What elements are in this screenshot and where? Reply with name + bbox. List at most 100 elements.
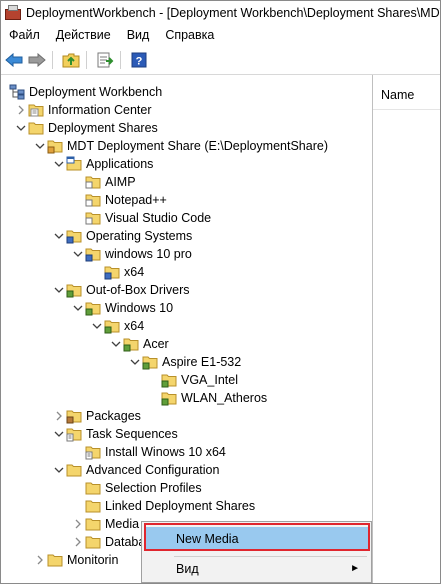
tree-node[interactable]: Install Winows 10 x64 — [71, 443, 226, 461]
deployment-workbench-app-icon — [5, 5, 21, 21]
tree-node-label: Selection Profiles — [105, 481, 202, 495]
toolbar-separator — [52, 51, 53, 69]
menu-view[interactable]: Вид — [119, 25, 158, 46]
context-menu-new-media[interactable]: New Media — [146, 527, 368, 551]
folder-icon — [28, 120, 44, 136]
chevron-right-icon[interactable] — [52, 407, 66, 425]
tree-node-label: Aspire E1-532 — [162, 355, 242, 369]
menu-action[interactable]: Действие — [48, 25, 119, 46]
chevron-down-icon[interactable] — [52, 227, 66, 245]
chevron-right-icon[interactable] — [14, 101, 28, 119]
tree-node-label: Deployment Shares — [48, 121, 158, 135]
task-sequence-icon — [85, 444, 101, 460]
tree-node[interactable]: Operating Systems — [52, 227, 192, 245]
tree-node[interactable]: windows 10 pro — [71, 245, 192, 263]
column-header-name[interactable]: Name — [381, 88, 414, 102]
tree-node[interactable]: Out-of-Box Drivers — [52, 281, 190, 299]
tree-node[interactable]: Deployment Shares — [14, 119, 158, 137]
tree-root-label: Deployment Workbench — [29, 85, 163, 99]
tree-node-label: Packages — [86, 409, 141, 423]
tree-node-label: Windows 10 — [105, 301, 174, 315]
chevron-down-icon[interactable] — [52, 281, 66, 299]
folder-icon — [66, 462, 82, 478]
tree-node[interactable]: Applications — [52, 155, 153, 173]
tree-node[interactable]: MDT Deployment Share (E:\DeploymentShare… — [33, 137, 328, 155]
menu-file[interactable]: Файл — [1, 25, 48, 46]
tree-node[interactable]: Packages — [52, 407, 141, 425]
chevron-down-icon[interactable] — [52, 461, 66, 479]
operating-system-icon — [85, 246, 101, 262]
applications-folder-icon — [66, 156, 82, 172]
export-list-button[interactable] — [95, 50, 115, 70]
details-pane: Name — [373, 75, 440, 583]
tree-node[interactable]: WLAN_Atheros — [147, 389, 267, 407]
driver-folder-icon — [66, 282, 82, 298]
tree-node[interactable]: x64 — [90, 317, 144, 335]
tree-node-label: Visual Studio Code — [105, 211, 212, 225]
driver-folder-icon — [104, 318, 120, 334]
chevron-down-icon[interactable] — [52, 425, 66, 443]
chevron-right-icon[interactable] — [33, 551, 47, 569]
export-list-icon — [97, 52, 114, 68]
tree-node[interactable]: Information Center — [14, 101, 152, 119]
chevron-down-icon[interactable] — [128, 353, 142, 371]
up-folder-icon — [62, 53, 80, 68]
up-one-level-button[interactable] — [61, 50, 81, 70]
chevron-down-icon[interactable] — [14, 119, 28, 137]
folder-icon — [85, 498, 101, 514]
back-arrow-icon — [5, 53, 23, 67]
application-icon — [85, 192, 101, 208]
tree-node[interactable]: Aspire E1-532 — [128, 353, 241, 371]
tree-node[interactable]: Notepad++ — [71, 191, 167, 209]
help-icon: ? — [131, 52, 147, 68]
forward-button[interactable] — [27, 50, 47, 70]
driver-folder-icon — [142, 354, 158, 370]
help-button[interactable]: ? — [129, 50, 149, 70]
tree-node[interactable]: VGA_Intel — [147, 371, 238, 389]
tree-node[interactable]: Monitorin — [33, 551, 118, 569]
tree-node[interactable]: Advanced Configuration — [52, 461, 219, 479]
tree-node[interactable]: Windows 10 — [71, 299, 173, 317]
title-bar: DeploymentWorkbench - [Deployment Workbe… — [1, 1, 440, 25]
chevron-right-icon[interactable] — [71, 533, 85, 551]
chevron-right-icon[interactable] — [71, 515, 85, 533]
column-header-divider — [373, 109, 440, 110]
tree-node-label: VGA_Intel — [181, 373, 238, 387]
tree-node[interactable]: Databa — [71, 533, 145, 551]
tree-node-label: Acer — [143, 337, 169, 351]
tree-node[interactable]: Acer — [109, 335, 169, 353]
chevron-down-icon[interactable] — [109, 335, 123, 353]
tree-node[interactable]: Visual Studio Code — [71, 209, 211, 227]
tree-node-label: x64 — [124, 265, 145, 279]
back-button[interactable] — [4, 50, 24, 70]
tree-node[interactable]: Linked Deployment Shares — [71, 497, 255, 515]
workbench-tree-icon — [9, 84, 25, 100]
tree-node[interactable]: Task Sequences — [52, 425, 178, 443]
tree-node[interactable]: x64 — [90, 263, 144, 281]
tree-node-label: x64 — [124, 319, 145, 333]
chevron-down-icon[interactable] — [90, 317, 104, 335]
menu-bar: Файл Действие Вид Справка — [1, 25, 440, 46]
toolbar-separator — [120, 51, 121, 69]
driver-folder-icon — [161, 390, 177, 406]
tree-node-label: Media — [105, 517, 140, 531]
tree-node[interactable]: Media — [71, 515, 139, 533]
chevron-down-icon[interactable] — [71, 245, 85, 263]
tree-node[interactable]: Selection Profiles — [71, 479, 202, 497]
operating-system-icon — [104, 264, 120, 280]
menu-help[interactable]: Справка — [157, 25, 222, 46]
folder-icon — [47, 552, 63, 568]
deployment-share-icon — [47, 138, 63, 154]
chevron-down-icon[interactable] — [71, 299, 85, 317]
chevron-down-icon[interactable] — [52, 155, 66, 173]
tree-root-deployment-workbench[interactable]: Deployment Workbench — [9, 83, 162, 101]
tree-node[interactable]: AIMP — [71, 173, 136, 191]
context-menu-view[interactable]: Вид ► — [146, 557, 368, 581]
chevron-down-icon[interactable] — [33, 137, 47, 155]
